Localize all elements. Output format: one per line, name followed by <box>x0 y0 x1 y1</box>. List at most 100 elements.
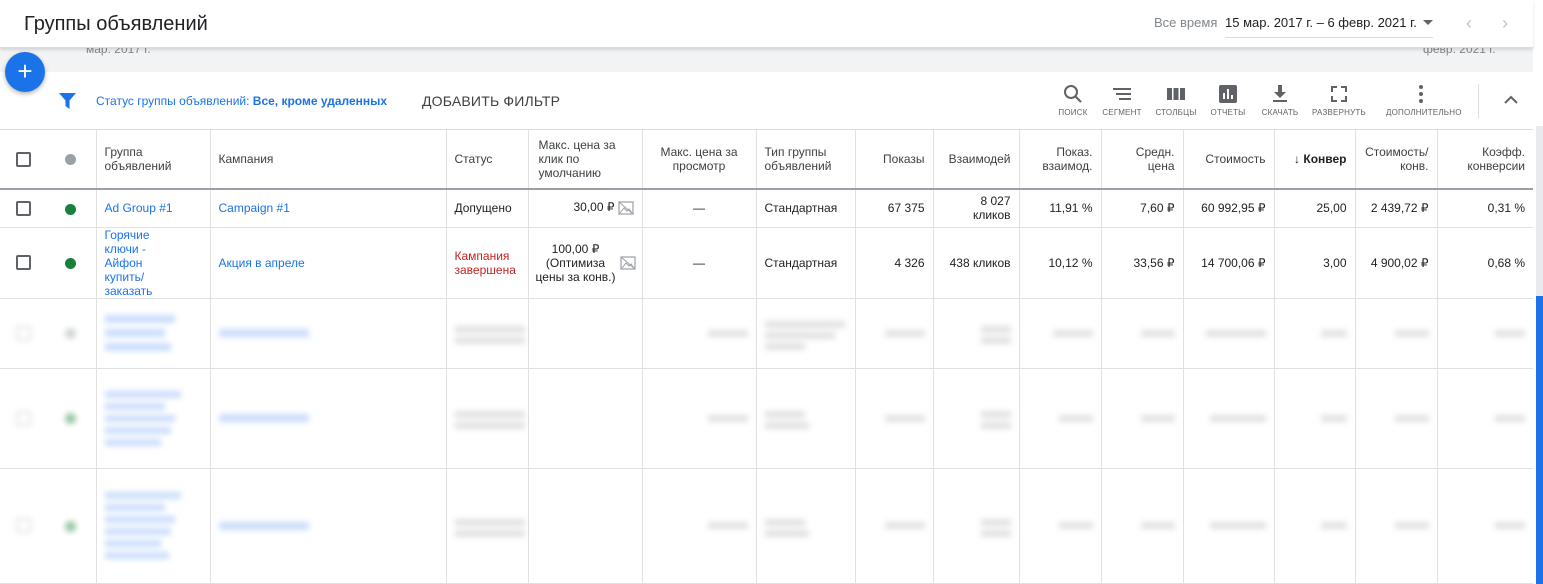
blurred-cell <box>1019 468 1102 584</box>
select-all-cell <box>0 130 46 190</box>
row-checkbox[interactable] <box>15 255 31 271</box>
row-select-cell <box>0 298 46 369</box>
blurred-cell <box>1019 368 1102 469</box>
col-impressions[interactable]: Показы <box>855 130 934 190</box>
row-checkbox[interactable] <box>15 410 31 426</box>
caret-down-icon <box>1423 20 1433 25</box>
more-tool-button[interactable]: ДОПОЛНИТЕЛЬНО <box>1386 84 1462 117</box>
interaction-rate-cell: 10,12 % <box>1019 227 1102 299</box>
columns-icon <box>1167 88 1185 100</box>
filter-icon[interactable] <box>59 93 76 109</box>
conv-rate-cell: 0,68 % <box>1437 227 1533 299</box>
chart-strip: мар. 2017 г. февр. 2021 г. <box>0 48 1533 72</box>
blurred-cell <box>933 298 1020 369</box>
status-filter-chip[interactable]: Статус группы объявлений: Все, кроме уда… <box>96 94 387 108</box>
top-bar: Группы объявлений Все время 15 мар. 2017… <box>0 0 1533 48</box>
row-select-cell <box>0 227 46 299</box>
reports-icon <box>1219 85 1237 103</box>
filter-bar: Статус группы объявлений: Все, кроме уда… <box>0 72 1533 130</box>
blurred-cell <box>1355 468 1438 584</box>
table-row-blurred <box>0 368 1533 469</box>
date-range-picker[interactable]: 15 мар. 2017 г. – 6 февр. 2021 г. <box>1225 8 1433 38</box>
enabled-status-icon[interactable] <box>65 257 77 269</box>
chart-start-label: мар. 2017 г. <box>86 48 151 56</box>
col-cost[interactable]: Стоимость <box>1183 130 1275 190</box>
campaign-link[interactable]: Campaign #1 <box>210 189 447 228</box>
row-status-cell <box>46 227 97 299</box>
campaign-link[interactable]: Акция в апреле <box>210 227 447 299</box>
col-conversions[interactable]: ↓ Конвер <box>1274 130 1356 190</box>
max-cpc-cell[interactable]: 100,00 ₽ (Оптимиза цены за конв.) <box>528 227 643 299</box>
blurred-cell <box>96 468 211 584</box>
page-title: Группы объявлений <box>24 13 208 35</box>
ad-group-link[interactable]: Ad Group #1 <box>96 189 211 228</box>
blurred-cell <box>96 368 211 469</box>
status-dot-icon <box>65 520 77 532</box>
image-icon <box>619 255 636 270</box>
blurred-cell <box>1274 368 1356 469</box>
col-ad-group-type[interactable]: Тип группы объявлений <box>756 130 856 190</box>
col-max-cpc[interactable]: Макс. цена за клик по умолчанию <box>528 130 643 190</box>
blurred-cell <box>528 468 643 584</box>
status-dot-icon[interactable] <box>65 154 77 166</box>
ad-groups-table: Группа объявлений Кампания Статус Макс. … <box>0 130 1533 584</box>
fullscreen-icon <box>1331 86 1347 102</box>
blurred-cell <box>446 298 529 369</box>
blurred-cell <box>642 468 757 584</box>
chevron-left-icon[interactable]: ‹ <box>1466 14 1472 32</box>
blurred-cell <box>756 468 856 584</box>
blurred-cell <box>1183 368 1275 469</box>
table-row-blurred <box>0 298 1533 369</box>
col-ad-group[interactable]: Группа объявлений <box>96 130 211 190</box>
more-tool-label: ДОПОЛНИТЕЛЬНО <box>1386 108 1462 117</box>
enabled-status-icon[interactable] <box>65 203 77 215</box>
add-button[interactable]: + <box>5 52 45 92</box>
col-cost-per-conv[interactable]: Стоимость/ конв. <box>1355 130 1438 190</box>
table-row-blurred <box>0 468 1533 584</box>
chevron-up-icon[interactable] <box>1503 94 1519 106</box>
chevron-right-icon[interactable]: › <box>1502 14 1508 32</box>
search-icon <box>1064 85 1082 103</box>
add-filter-button[interactable]: ДОБАВИТЬ ФИЛЬТР <box>422 93 560 109</box>
blurred-cell <box>1183 468 1275 584</box>
col-interaction-rate[interactable]: Показ. взаимод. <box>1019 130 1102 190</box>
col-interactions[interactable]: Взаимодей <box>933 130 1020 190</box>
col-max-cpv[interactable]: Макс. цена за просмотр <box>642 130 757 190</box>
avg-cost-cell: 7,60 ₽ <box>1101 189 1184 228</box>
row-checkbox[interactable] <box>15 200 31 216</box>
blurred-cell <box>933 368 1020 469</box>
max-cpc-value: 30,00 ₽ <box>573 200 615 215</box>
expand-tool-button[interactable]: РАЗВЕРНУТЬ <box>1304 84 1374 117</box>
blurred-cell <box>1274 298 1356 369</box>
blurred-cell <box>446 468 529 584</box>
blurred-cell <box>210 298 447 369</box>
col-campaign[interactable]: Кампания <box>210 130 447 190</box>
row-status-cell <box>46 468 97 584</box>
max-cpc-cell[interactable]: 30,00 ₽ <box>528 189 643 228</box>
scrollbar-thumb[interactable] <box>1536 296 1543 584</box>
max-cpv-cell: — <box>642 227 757 299</box>
row-checkbox[interactable] <box>15 325 31 341</box>
col-avg-cost[interactable]: Средн. цена <box>1101 130 1184 190</box>
blurred-cell <box>756 368 856 469</box>
row-checkbox[interactable] <box>15 518 31 534</box>
select-all-checkbox[interactable] <box>15 151 31 167</box>
col-status[interactable]: Статус <box>446 130 529 190</box>
blurred-cell <box>210 468 447 584</box>
status-filter-label: Статус группы объявлений: <box>96 94 250 108</box>
blurred-cell <box>642 368 757 469</box>
ad-group-link[interactable]: Горячие ключи - Айфон купить/ заказать <box>96 227 211 299</box>
toolbar-divider <box>1478 84 1479 118</box>
status-dot-icon <box>65 413 77 425</box>
blurred-cell <box>855 468 934 584</box>
blurred-cell <box>1437 368 1533 469</box>
max-cpv-cell: — <box>642 189 757 228</box>
blurred-cell <box>1101 368 1184 469</box>
blurred-cell <box>446 368 529 469</box>
col-conv-rate[interactable]: Коэфф. конверсии <box>1437 130 1533 190</box>
max-cpc-value: 100,00 ₽ (Оптимиза цены за конв.) <box>535 241 616 284</box>
col-conversions-label: Конвер <box>1303 152 1347 166</box>
chart-end-label: февр. 2021 г. <box>1423 48 1496 56</box>
blurred-cell <box>1274 468 1356 584</box>
row-status-cell <box>46 189 97 228</box>
